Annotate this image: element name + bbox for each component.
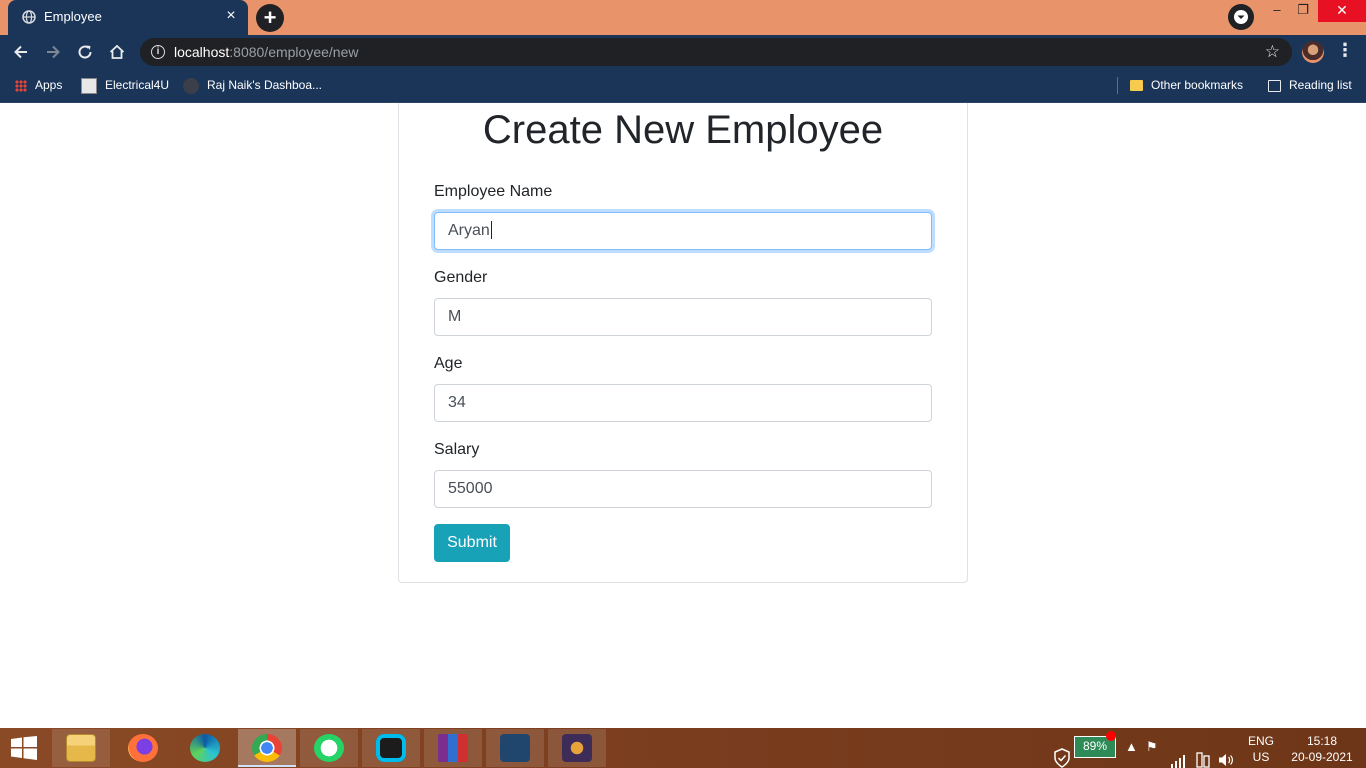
address-bar[interactable]: i localhost:8080/employee/new ☆ — [140, 38, 1292, 66]
bookmark-label: Electrical4U — [105, 78, 170, 92]
salary-input[interactable]: 55000 — [434, 470, 932, 508]
profile-icon — [183, 77, 199, 94]
winrar-icon — [438, 734, 468, 762]
network-error-icon[interactable]: ⚑ — [1146, 739, 1158, 755]
form-card — [398, 103, 968, 583]
chevron-down-icon — [1234, 10, 1248, 24]
windows-start-icon[interactable] — [10, 736, 38, 760]
salary-value: 55000 — [448, 480, 493, 497]
age-value: 34 — [448, 394, 466, 411]
home-icon — [109, 44, 125, 59]
taskbar-firefox[interactable] — [114, 729, 172, 767]
file-explorer-icon — [66, 734, 96, 762]
volume-icon[interactable] — [1218, 740, 1234, 768]
show-hidden-icons-icon[interactable]: ▲ — [1125, 739, 1138, 755]
url-host: localhost — [174, 44, 230, 60]
clock-time: 15:18 — [1306, 734, 1338, 748]
taskbar-winrar[interactable] — [424, 729, 482, 767]
gender-value: M — [448, 308, 462, 325]
system-clock[interactable]: 15:18 20-09-2021 — [1284, 733, 1360, 765]
signal-strength-icon[interactable] — [1170, 741, 1186, 768]
whatsapp-icon — [314, 734, 344, 762]
bookmark-apps[interactable]: Apps — [15, 76, 62, 94]
info-icon[interactable]: i — [151, 45, 165, 59]
firefox-icon — [128, 734, 158, 762]
reload-icon — [78, 45, 92, 59]
other-bookmarks[interactable]: Other bookmarks — [1130, 76, 1243, 94]
back-button[interactable] — [8, 39, 34, 65]
taskbar-whatsapp[interactable] — [300, 729, 358, 767]
browser-toolbar: i localhost:8080/employee/new ☆ ⋮ — [0, 35, 1366, 68]
taskbar-java-ee-ide[interactable] — [548, 729, 606, 767]
taskbar-file-explorer[interactable] — [52, 729, 110, 767]
edge-icon — [190, 734, 220, 762]
bookmark-raj-naik-dashboard[interactable]: Raj Naik's Dashboa... — [183, 76, 322, 94]
new-tab-button[interactable]: + — [256, 4, 284, 32]
close-tab-icon[interactable]: × — [222, 7, 240, 25]
tab-search-button[interactable] — [1228, 4, 1254, 30]
bookmarks-bar: Apps Electrical4U Raj Naik's Dashboa... … — [0, 68, 1366, 103]
folder-icon — [1130, 80, 1143, 92]
reading-list[interactable]: Reading list — [1268, 76, 1352, 94]
age-label: Age — [434, 355, 463, 372]
bookmark-electrical4u[interactable]: Electrical4U — [81, 76, 169, 94]
gender-label: Gender — [434, 269, 488, 286]
reading-list-label: Reading list — [1289, 78, 1352, 92]
browser-title-bar: Employee × + – ❐ ✕ — [0, 0, 1366, 35]
submit-button[interactable]: Submit — [434, 524, 510, 562]
profile-avatar[interactable] — [1302, 41, 1324, 63]
clock-date: 20-09-2021 — [1291, 750, 1353, 764]
page-title: Create New Employee — [482, 108, 884, 152]
electrical4u-icon — [81, 77, 97, 94]
globe-icon — [22, 10, 36, 24]
tab-title: Employee — [44, 9, 102, 24]
notification-badge — [1106, 731, 1116, 741]
security-shield-icon[interactable] — [1054, 738, 1070, 768]
bookmark-label: Raj Naik's Dashboa... — [207, 78, 323, 92]
windows-taskbar: 89% ▲ ⚑ ENG US 15:18 20-09-2021 — [0, 728, 1366, 768]
taskbar-edge[interactable] — [176, 729, 234, 767]
restore-button[interactable]: ❐ — [1288, 0, 1318, 22]
input-language[interactable]: ENG US — [1244, 733, 1278, 765]
bookmark-label: Apps — [35, 78, 63, 92]
salary-label: Salary — [434, 441, 480, 458]
employee-name-input[interactable]: Aryan — [434, 212, 932, 250]
gender-input[interactable]: M — [434, 298, 932, 336]
device-icon[interactable] — [1196, 740, 1210, 768]
taskbar-webex[interactable] — [362, 729, 420, 767]
age-input[interactable]: 34 — [434, 384, 932, 422]
forward-button[interactable] — [40, 39, 66, 65]
bookmarks-divider — [1117, 77, 1118, 94]
language-code: ENG — [1247, 734, 1274, 748]
chrome-icon — [252, 734, 282, 762]
taskbar-chrome[interactable] — [238, 729, 296, 767]
url-path: :8080/employee/new — [229, 44, 359, 60]
webex-icon — [376, 734, 406, 762]
forward-arrow-icon — [47, 45, 60, 59]
star-icon[interactable]: ☆ — [1265, 42, 1280, 62]
close-window-button[interactable]: ✕ — [1318, 0, 1366, 22]
home-button[interactable] — [104, 39, 130, 65]
back-arrow-icon — [14, 45, 27, 59]
url-text[interactable]: localhost:8080/employee/new — [174, 44, 358, 60]
employee-name-label: Employee Name — [434, 183, 553, 200]
reading-list-icon — [1268, 79, 1281, 92]
apps-grid-icon — [15, 79, 27, 92]
reload-button[interactable] — [72, 39, 98, 65]
other-bookmarks-label: Other bookmarks — [1151, 78, 1244, 92]
taskbar-mysql-workbench[interactable] — [486, 729, 544, 767]
employee-name-value: Aryan — [448, 222, 490, 239]
language-region: US — [1252, 750, 1270, 764]
mysql-dolphin-icon — [500, 734, 530, 762]
text-caret — [490, 220, 492, 239]
more-menu-icon[interactable]: ⋮ — [1336, 40, 1354, 62]
java-ee-ide-icon — [562, 734, 592, 762]
browser-tab[interactable]: Employee × — [8, 0, 248, 35]
